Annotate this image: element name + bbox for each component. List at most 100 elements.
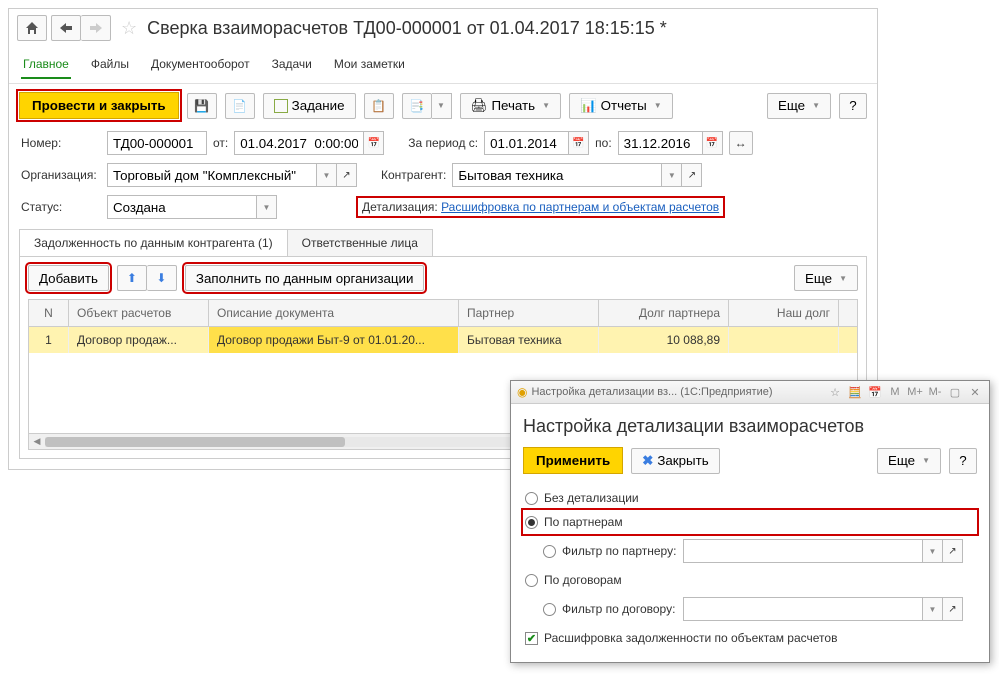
filter-contract-label: Фильтр по договору: [562,602,677,616]
radio-icon[interactable] [543,603,556,616]
opt-partner[interactable]: По партнерам [523,510,977,534]
opt-breakdown[interactable]: ✔ Расшифровка задолженности по объектам … [523,626,977,650]
contr-dropdown[interactable]: ▼ [662,163,682,187]
fav-icon[interactable]: ☆ [827,384,843,400]
contr-open[interactable]: ↗ [682,163,702,187]
task-icon [274,99,288,113]
more-button[interactable]: Еще▼ [767,93,831,119]
move-down-button[interactable]: ⬇ [147,265,177,291]
col-partner[interactable]: Партнер [459,300,599,326]
inner-tab-resp[interactable]: Ответственные лица [287,229,433,256]
tab-main[interactable]: Главное [21,51,71,79]
period-to-label: по: [595,136,612,150]
radio-icon[interactable] [543,545,556,558]
cell-partner: Бытовая техника [459,327,599,353]
back-button[interactable] [51,15,81,41]
detail-link[interactable]: Расшифровка по партнерам и объектам расч… [441,200,719,214]
col-obj[interactable]: Объект расчетов [69,300,209,326]
save-button[interactable]: 💾 [187,93,217,119]
number-label: Номер: [21,136,101,150]
period-from-picker[interactable]: 📅 [569,131,589,155]
create-task-button[interactable]: Задание [263,93,356,119]
reports-button[interactable]: 📊Отчеты▼ [569,93,673,119]
status-input[interactable] [107,195,257,219]
fill-by-org-button[interactable]: Заполнить по данным организации [185,265,424,291]
dialog-titlebar-text: Настройка детализации вз... (1С:Предприя… [531,386,823,398]
dialog-help-button[interactable]: ? [949,448,977,474]
number-input[interactable] [107,131,207,155]
opt-contract[interactable]: По договорам [523,568,977,592]
move-up-button[interactable]: ⬆ [117,265,147,291]
minimize-icon[interactable]: ▢ [947,384,963,400]
basis-dropdown[interactable]: ▼ [432,93,452,119]
arrow-left-icon [60,23,72,33]
submit-and-close-button[interactable]: Провести и закрыть [19,92,179,119]
mplus-icon[interactable]: M+ [907,384,923,400]
calendar-icon[interactable]: 📅 [867,384,883,400]
submit-button[interactable]: 📄 [225,93,255,119]
printer-icon: 🖨 [471,98,488,114]
filter-contract-input[interactable] [683,597,923,621]
period-label: За период с: [408,136,478,150]
inner-tab-debt[interactable]: Задолженность по данным контрагента (1) [19,229,288,256]
filter-partner-row: Фильтр по партнеру: ▼ ↗ [541,534,977,568]
col-n[interactable]: N [29,300,69,326]
home-button[interactable] [17,15,47,41]
checkbox-icon: ✔ [525,632,538,645]
org-input[interactable] [107,163,317,187]
status-dropdown[interactable]: ▼ [257,195,277,219]
opt-none[interactable]: Без детализации [523,486,977,510]
swap-button[interactable]: ↔ [729,131,753,155]
pin-button[interactable]: 📋 [364,93,394,119]
basis-button[interactable]: 📑 [402,93,432,119]
calc-icon[interactable]: 🧮 [847,384,863,400]
org-dropdown[interactable]: ▼ [317,163,337,187]
forward-button[interactable] [81,15,111,41]
submit-icon: 📄 [232,99,247,113]
radio-icon [525,516,538,529]
date-from-input[interactable] [234,131,364,155]
m-icon[interactable]: M [887,384,903,400]
col-desc[interactable]: Описание документа [209,300,459,326]
arrow-down-icon: ⬇ [156,271,166,285]
period-to-picker[interactable]: 📅 [703,131,723,155]
contr-label: Контрагент: [381,168,446,182]
chart-icon: 📊 [580,98,597,114]
grid-more-button[interactable]: Еще▼ [794,265,858,291]
apply-button[interactable]: Применить [523,447,623,474]
org-open[interactable]: ↗ [337,163,357,187]
filter-partner-open[interactable]: ↗ [943,539,963,563]
pin-icon: 📋 [371,99,386,113]
scroll-thumb[interactable] [45,437,345,447]
detail-label: Детализация: [362,200,438,214]
table-row[interactable]: 1 Договор продаж... Договор продажи Быт-… [29,327,857,353]
tab-files[interactable]: Файлы [89,51,131,79]
col-our[interactable]: Наш долг [729,300,839,326]
dialog-more-button[interactable]: Еще▼ [877,448,941,474]
tab-notes[interactable]: Мои заметки [332,51,407,79]
cell-debt: 10 088,89 [599,327,729,353]
tab-tasks[interactable]: Задачи [270,51,314,79]
scroll-left-icon[interactable]: ◀ [29,434,45,449]
filter-partner-input[interactable] [683,539,923,563]
mminus-icon[interactable]: M- [927,384,943,400]
filter-contract-dropdown[interactable]: ▼ [923,597,943,621]
period-to-input[interactable] [618,131,703,155]
favorite-star-icon[interactable]: ☆ [121,18,137,39]
col-debt[interactable]: Долг партнера [599,300,729,326]
cell-desc: Договор продажи Быт-9 от 01.01.20... [209,327,459,353]
print-button[interactable]: 🖨Печать▼ [460,93,562,119]
close-icon[interactable]: ✕ [967,384,983,400]
filter-contract-open[interactable]: ↗ [943,597,963,621]
period-from-input[interactable] [484,131,569,155]
date-from-picker[interactable]: 📅 [364,131,384,155]
contr-input[interactable] [452,163,662,187]
cell-n: 1 [29,327,69,353]
tab-docflow[interactable]: Документооборот [149,51,252,79]
cell-our [729,327,839,353]
close-button[interactable]: ✖Закрыть [631,448,720,474]
arrow-right-icon [90,23,102,33]
add-button[interactable]: Добавить [28,265,109,291]
help-button[interactable]: ? [839,93,867,119]
filter-partner-dropdown[interactable]: ▼ [923,539,943,563]
